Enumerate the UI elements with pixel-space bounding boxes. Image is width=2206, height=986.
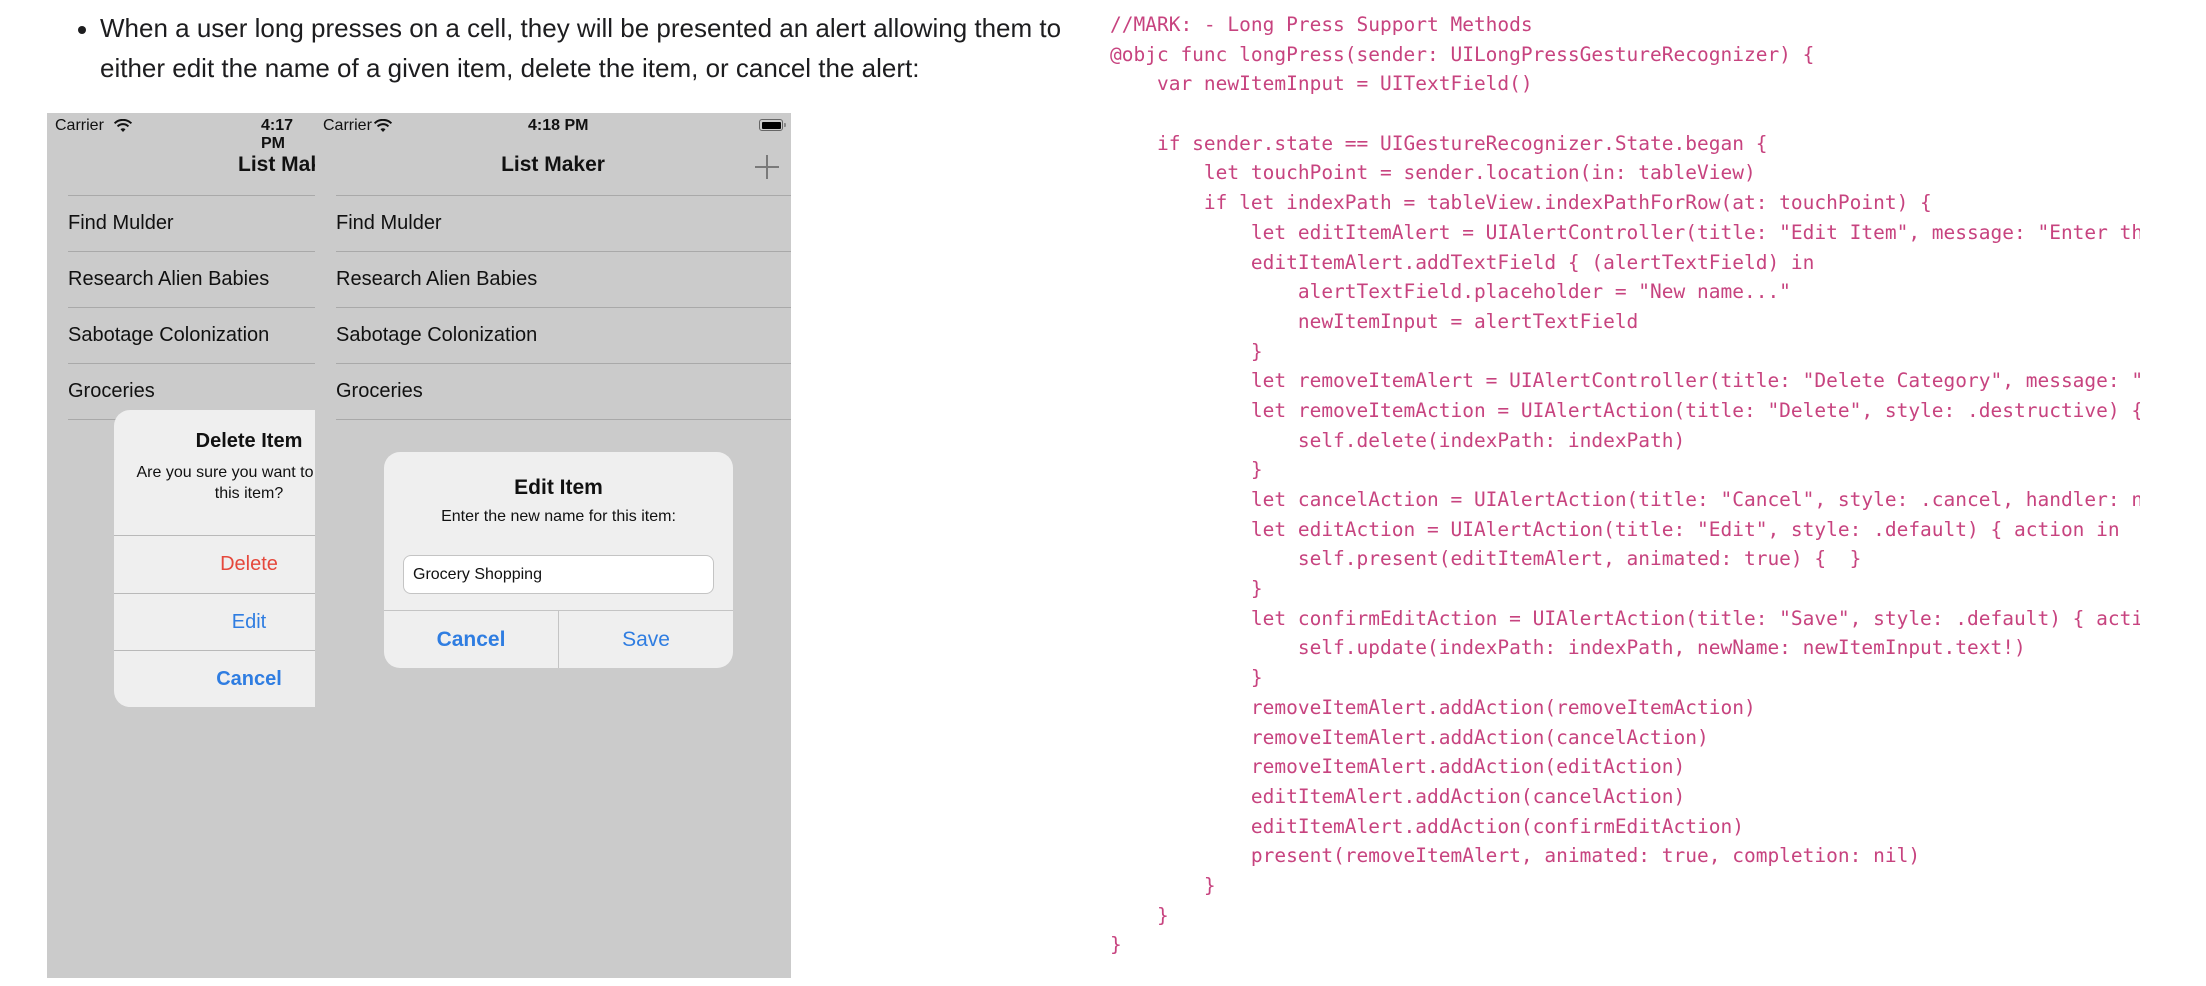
- cancel-button[interactable]: Cancel: [384, 611, 559, 668]
- code-line: alertTextField.placeholder = "New name..…: [1110, 280, 1791, 304]
- status-bar: Carrier 4:17 PM: [47, 113, 315, 152]
- code-line: newItemInput = alertTextField: [1110, 309, 1639, 333]
- plus-icon[interactable]: [755, 155, 779, 179]
- code-line: }: [1110, 666, 1263, 690]
- code-line: self.update(indexPath: indexPath, newNam…: [1110, 636, 2026, 660]
- delete-button[interactable]: Delete: [114, 535, 315, 593]
- carrier-label: Carrier: [55, 117, 104, 134]
- alert-title: Edit Item: [514, 476, 603, 499]
- code-line: }: [1110, 903, 1169, 927]
- wifi-icon: [113, 119, 133, 132]
- list-item-label: Find Mulder: [336, 212, 442, 234]
- code-line: let editItemAlert = UIAlertController(ti…: [1250, 220, 2140, 244]
- code-line: }: [1110, 933, 1122, 957]
- nav-title: List Maker: [501, 153, 605, 176]
- time-label: 4:17 PM: [261, 117, 294, 152]
- code-line: removeItemAlert.addAction(removeItemActi…: [1110, 695, 1756, 719]
- code-line: editItemAlert.addAction(confirmEditActio…: [1110, 814, 1744, 838]
- delete-item-alert: Delete Item Are you sure you want to del…: [114, 410, 315, 707]
- nav-title: List Maker: [238, 153, 315, 176]
- time-label: 4:18 PM: [528, 117, 589, 134]
- code-line: let confirmEditAction = UIAlertAction(ti…: [1110, 606, 2140, 630]
- list-item-label: Groceries: [68, 380, 155, 402]
- list-item-label: Sabotage Colonization: [68, 324, 270, 346]
- code-line: self.present(editItemAlert, animated: tr…: [1110, 547, 1862, 571]
- code-line: present(removeItemAlert, animated: true,…: [1110, 844, 1921, 868]
- list-item-label: Groceries: [336, 380, 423, 402]
- code-block: //MARK: - Long Press Support Methods @obj…: [1110, 10, 2140, 960]
- alert-button-row: Cancel Save: [384, 610, 733, 668]
- code-line: }: [1110, 577, 1263, 601]
- code-line: self.delete(indexPath: indexPath): [1110, 428, 1686, 452]
- divider: [336, 419, 791, 420]
- code-line: removeItemAlert.addAction(editAction): [1110, 755, 1686, 779]
- code-line: }: [1110, 339, 1263, 363]
- list-item[interactable]: Sabotage Colonization: [315, 308, 791, 364]
- code-line: let removeItemAlert = UIAlertController(…: [1250, 369, 2140, 393]
- edit-button[interactable]: Edit: [114, 593, 315, 651]
- carrier-label: Carrier: [323, 117, 372, 134]
- alert-message: Are you sure you want to delete this ite…: [136, 464, 315, 502]
- code-line: editItemAlert.addAction(cancelAction): [1110, 784, 1686, 808]
- bullet-dot: [78, 26, 86, 34]
- list-item-label: Research Alien Babies: [68, 268, 270, 290]
- battery-icon: [759, 119, 786, 131]
- list-item-label: Sabotage Colonization: [336, 324, 538, 346]
- list-item[interactable]: Find Mulder: [47, 196, 315, 252]
- save-button[interactable]: Save: [559, 611, 733, 668]
- screenshot-delete-alert: Carrier 4:17 PM List Maker Find Mulder R…: [47, 113, 315, 978]
- list-item[interactable]: Find Mulder: [315, 196, 791, 252]
- code-line: }: [1110, 458, 1263, 482]
- code-line: @objc func longPress(sender: UILongPress…: [1110, 42, 1815, 66]
- edit-item-alert: Edit Item Enter the new name for this it…: [384, 452, 733, 668]
- screenshot-edit-alert: Carrier 4:18 PM List Maker Find Mulder R…: [315, 113, 791, 978]
- code-line: //MARK: - Long Press Support Methods: [1110, 13, 1533, 36]
- list-item[interactable]: Groceries: [315, 364, 791, 420]
- list-item-label: Research Alien Babies: [336, 268, 538, 290]
- code-line: let cancelAction = UIAlertAction(title: …: [1110, 488, 2140, 511]
- code-line: removeItemAlert.addAction(cancelAction): [1110, 725, 1709, 749]
- code-line: let removeItemAction = UIAlertAction(tit…: [1250, 398, 2140, 422]
- alert-message: Enter the new name for this item:: [441, 508, 676, 525]
- cancel-button[interactable]: Cancel: [114, 650, 315, 707]
- list-item-label: Find Mulder: [68, 212, 174, 234]
- code-line: }: [1110, 873, 1216, 897]
- intro-bullet-item: When a user long presses on a cell, they…: [78, 8, 1088, 88]
- status-bar: Carrier 4:18 PM: [315, 113, 791, 139]
- code-line: if let indexPath = tableView.indexPathFo…: [1110, 191, 1932, 215]
- code-line: let touchPoint = sender.location(in: tab…: [1110, 161, 1756, 185]
- list-item[interactable]: Research Alien Babies: [47, 252, 315, 308]
- code-line: var newItemInput = UITextField(): [1110, 72, 1533, 96]
- list-item[interactable]: Research Alien Babies: [315, 252, 791, 308]
- list-item[interactable]: Sabotage Colonization: [47, 308, 315, 364]
- code-line: editItemAlert.addTextField { (alertTextF…: [1110, 250, 1815, 274]
- item-list: Find Mulder Research Alien Babies Sabota…: [47, 195, 315, 420]
- alert-title: Delete Item: [195, 430, 303, 452]
- wifi-icon: [373, 119, 393, 132]
- code-line: let editAction = UIAlertAction(title: "E…: [1110, 517, 2120, 541]
- item-list: Find Mulder Research Alien Babies Sabota…: [315, 195, 791, 420]
- intro-text: When a user long presses on a cell, they…: [100, 13, 1062, 83]
- item-name-input[interactable]: Grocery Shopping: [403, 555, 714, 594]
- code-line: if sender.state == UIGestureRecognizer.S…: [1110, 131, 1768, 155]
